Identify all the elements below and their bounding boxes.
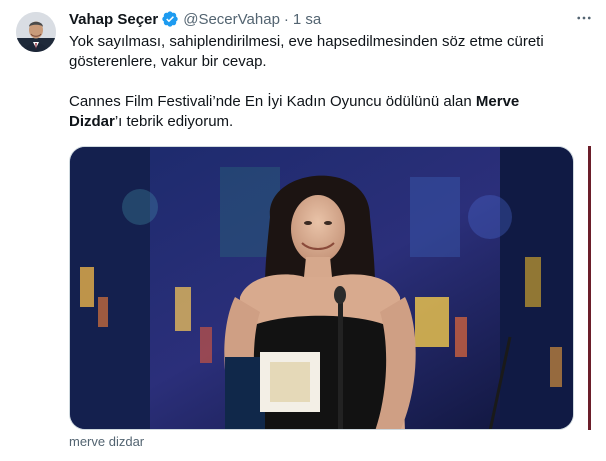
tweet-header: Vahap Seçer @SecerVahap · 1 sa [69, 8, 589, 30]
tweet-text: Yok sayılması, sahiplendirilmesi, eve ha… [69, 32, 569, 132]
media-caption: merve dizdar [69, 434, 145, 449]
tweet-media-photo[interactable] [69, 146, 574, 430]
author-avatar[interactable] [16, 12, 56, 52]
more-options-icon[interactable] [572, 6, 596, 30]
tweet-text-prefix: Cannes Film Festivali’nde En İyi Kadın O… [69, 93, 476, 110]
next-item-edge [588, 146, 591, 430]
tweet-content: Vahap Seçer @SecerVahap · 1 sa Yok sayıl… [69, 8, 589, 132]
tweet[interactable]: Vahap Seçer @SecerVahap · 1 sa Yok sayıl… [0, 0, 606, 461]
tweet-text-paragraph-1: Yok sayılması, sahiplendirilmesi, eve ha… [69, 33, 544, 70]
verified-badge-icon [161, 10, 179, 28]
avatar-image [16, 12, 56, 52]
photo-image [70, 147, 573, 429]
author-handle[interactable]: @SecerVahap [183, 11, 280, 28]
tweet-text-suffix: ’ı tebrik ediyorum. [114, 113, 234, 130]
separator-dot: · [283, 10, 289, 28]
tweet-timestamp[interactable]: 1 sa [293, 11, 321, 28]
author-name[interactable]: Vahap Seçer [69, 11, 158, 28]
tweet-text-paragraph-2: Cannes Film Festivali’nde En İyi Kadın O… [69, 92, 569, 132]
